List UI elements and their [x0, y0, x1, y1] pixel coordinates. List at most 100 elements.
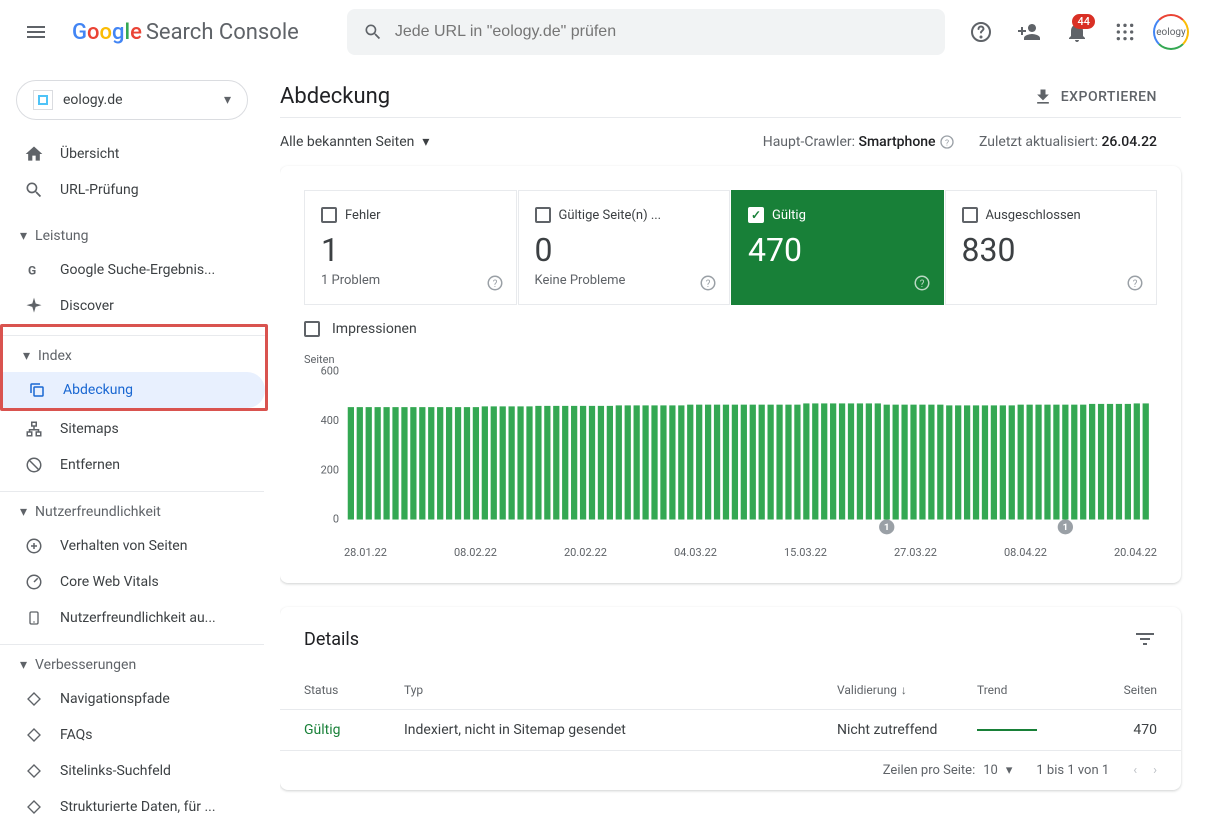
plus-circle-icon	[24, 537, 44, 555]
table-header: Status Typ Validierung ↓ Trend Seiten	[280, 671, 1181, 710]
remove-icon	[24, 456, 44, 474]
impressions-label: Impressionen	[332, 321, 417, 337]
svg-text:200: 200	[321, 464, 339, 477]
status-value: 470	[748, 231, 927, 269]
property-selector[interactable]: eology.de ▾	[16, 80, 248, 120]
impressions-checkbox[interactable]	[304, 321, 320, 337]
sidebar-section-index[interactable]: ▾ Index	[3, 335, 265, 372]
chevron-down-icon: ▾	[1006, 763, 1013, 778]
download-icon	[1033, 87, 1053, 107]
svg-text:400: 400	[321, 414, 339, 427]
search-input[interactable]	[395, 23, 929, 41]
status-tab-valid-warning[interactable]: Gültige Seite(n) ... 0 Keine Probleme ?	[518, 190, 731, 305]
svg-text:600: 600	[321, 366, 339, 377]
rows-per-page[interactable]: Zeilen pro Seite: 10 ▾	[883, 763, 1013, 778]
svg-text:?: ?	[492, 279, 497, 290]
svg-text:?: ?	[945, 139, 949, 149]
sidebar-section-enhancements[interactable]: ▾ Verbesserungen	[0, 644, 264, 681]
arrow-down-icon: ↓	[901, 683, 907, 697]
sidebar-section-performance[interactable]: ▾ Leistung	[0, 216, 264, 252]
details-title: Details	[304, 629, 1133, 650]
sidebar-item-label: Google Suche-Ergebnis...	[60, 262, 215, 278]
status-sub: Keine Probleme	[535, 273, 714, 288]
svg-text:?: ?	[1133, 279, 1138, 290]
sidebar-item-label: Entfernen	[60, 457, 120, 473]
filter-icon[interactable]	[1133, 627, 1157, 651]
status-tab-excluded[interactable]: Ausgeschlossen 830 ?	[945, 190, 1158, 305]
status-tab-error[interactable]: Fehler 1 1 Problem ?	[304, 190, 517, 305]
sidebar-item-coverage[interactable]: Abdeckung	[3, 372, 265, 408]
property-name: eology.de	[63, 92, 214, 108]
search-icon	[363, 22, 383, 42]
sidebar-item-label: Discover	[60, 298, 114, 314]
people-icon[interactable]	[1009, 12, 1049, 52]
speed-icon	[24, 573, 44, 591]
chevron-down-icon: ▾	[20, 657, 27, 673]
diamond-icon	[24, 799, 44, 815]
status-value: 0	[535, 231, 714, 269]
row-validation: Nicht zutreffend	[837, 722, 977, 738]
svg-text:?: ?	[919, 279, 924, 290]
search-box[interactable]	[347, 9, 945, 55]
chevron-down-icon: ▾	[20, 504, 27, 520]
next-page-button[interactable]: ›	[1153, 763, 1157, 778]
sidebar-item-removals[interactable]: Entfernen	[0, 447, 264, 483]
svg-text:1: 1	[1063, 523, 1069, 534]
sidebar-item-search-results[interactable]: G Google Suche-Ergebnis...	[0, 252, 264, 288]
prev-page-button[interactable]: ‹	[1133, 763, 1137, 778]
help-icon[interactable]: ?	[699, 274, 717, 292]
checkbox[interactable]	[321, 207, 337, 223]
logo: Google Search Console	[72, 20, 299, 45]
sidebar-item-discover[interactable]: Discover	[0, 288, 264, 324]
sidebar-item-label: Abdeckung	[63, 382, 133, 398]
sidebar-item-core-web-vitals[interactable]: Core Web Vitals	[0, 564, 264, 600]
google-icon: G	[24, 261, 44, 279]
sidebar-item-sitelinks[interactable]: Sitelinks-Suchfeld	[0, 753, 264, 789]
help-icon[interactable]: ?	[1126, 274, 1144, 292]
page-title: Abdeckung	[280, 84, 1033, 109]
chevron-down-icon: ▾	[23, 348, 30, 364]
sidebar-item-structured-data[interactable]: Strukturierte Daten, für ...	[0, 789, 264, 825]
property-icon	[33, 90, 53, 110]
avatar[interactable]: eology	[1153, 14, 1189, 50]
chevron-down-icon: ▾	[422, 134, 429, 150]
filter-dropdown[interactable]: Alle bekannten Seiten ▾	[280, 134, 429, 150]
sidebar-item-breadcrumbs[interactable]: Navigationspfade	[0, 681, 264, 717]
status-value: 1	[321, 231, 500, 269]
diamond-icon	[24, 727, 44, 743]
sidebar-item-label: Sitelinks-Suchfeld	[60, 763, 171, 779]
sidebar-item-label: Sitemaps	[60, 421, 119, 437]
export-button[interactable]: EXPORTIEREN	[1033, 87, 1157, 107]
help-icon[interactable]: ?	[939, 134, 955, 150]
sidebar-item-sitemaps[interactable]: Sitemaps	[0, 411, 264, 447]
checkbox[interactable]	[535, 207, 551, 223]
sidebar-item-page-experience[interactable]: Verhalten von Seiten	[0, 528, 264, 564]
row-status: Gültig	[304, 722, 404, 738]
sidebar: eology.de ▾ Übersicht URL-Prüfung ▾ Leis…	[0, 64, 280, 838]
search-icon	[24, 180, 44, 200]
checkbox[interactable]	[962, 207, 978, 223]
table-row[interactable]: Gültig Indexiert, nicht in Sitemap gesen…	[280, 710, 1181, 751]
status-tab-valid[interactable]: ✓Gültig 470 ?	[731, 190, 944, 305]
row-pages: 470	[1077, 722, 1157, 738]
help-icon[interactable]: ?	[913, 274, 931, 292]
notifications-icon[interactable]: 44	[1057, 12, 1097, 52]
sidebar-item-mobile-usability[interactable]: Nutzerfreundlichkeit au...	[0, 600, 264, 636]
help-icon[interactable]: ?	[486, 274, 504, 292]
row-type: Indexiert, nicht in Sitemap gesendet	[404, 722, 837, 738]
menu-button[interactable]	[16, 12, 56, 52]
column-validation[interactable]: Validierung ↓	[837, 683, 977, 697]
checkbox-checked[interactable]: ✓	[748, 207, 764, 223]
status-sub: 1 Problem	[321, 273, 500, 288]
copy-icon	[27, 381, 47, 399]
help-icon[interactable]	[961, 12, 1001, 52]
svg-text:?: ?	[706, 279, 711, 290]
sidebar-section-ux[interactable]: ▾ Nutzerfreundlichkeit	[0, 491, 264, 528]
row-trend	[977, 729, 1077, 731]
svg-text:1: 1	[884, 523, 890, 534]
sidebar-item-overview[interactable]: Übersicht	[0, 136, 264, 172]
sidebar-item-faqs[interactable]: FAQs	[0, 717, 264, 753]
sidebar-item-label: URL-Prüfung	[60, 182, 139, 198]
sidebar-item-url-inspection[interactable]: URL-Prüfung	[0, 172, 264, 208]
apps-icon[interactable]	[1105, 12, 1145, 52]
